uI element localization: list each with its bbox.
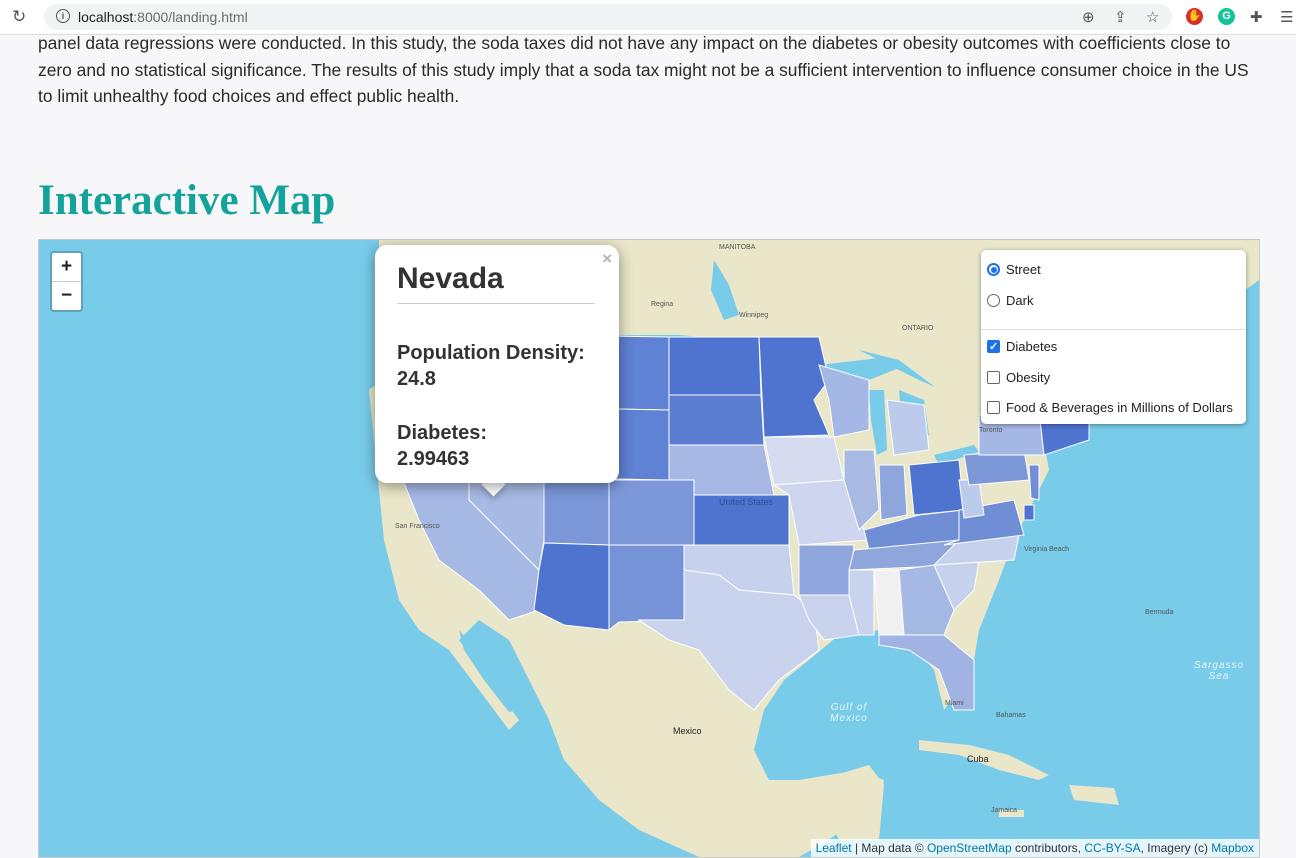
zoom-control: + − [50,251,83,312]
overlay-obesity[interactable]: Obesity [987,369,1050,387]
address-bar[interactable]: i localhost:8000/landing.html ⊕ ⇪ ☆ [44,4,1172,30]
radio-dark[interactable] [987,294,1000,307]
popup-metric-label: Diabetes: [397,422,488,444]
layer-separator [981,329,1246,330]
osm-link[interactable]: OpenStreetMap [927,841,1012,855]
state-indiana [878,464,908,521]
state-iowa [763,436,845,486]
leaflet-link[interactable]: Leaflet [816,841,852,855]
map-label-san-francisco: San Francisco [395,523,440,530]
layer-control: Street Dark Diabetes Obesity Food & Beve… [981,250,1246,424]
map-label-bahamas: Bahamas [996,712,1026,719]
state-west-virginia [958,479,985,519]
mapbox-link[interactable]: Mapbox [1211,841,1254,855]
radio-street[interactable] [987,263,1000,276]
popup-density-value: 24.8 [397,368,436,390]
map-label-mexico: Mexico [673,726,702,736]
url-text: localhost:8000/landing.html [78,9,248,25]
zoom-in-button[interactable]: + [52,253,81,281]
map-label-jamaica: Jamaica [991,807,1018,814]
base-layer-street[interactable]: Street [987,261,1041,279]
state-colorado [608,479,695,546]
state-ohio [908,459,965,516]
state-michigan [886,399,930,456]
overlay-food-beverages[interactable]: Food & Beverages in Millions of Dollars [987,399,1233,417]
bookmark-star-icon[interactable]: ☆ [1146,8,1159,26]
state-minnesota [758,336,830,438]
extension-adblock-icon[interactable]: ✋ [1186,8,1203,25]
share-icon[interactable]: ⇪ [1114,8,1127,26]
state-popup: × Nevada Population Density: 24.8 Diabet… [375,245,619,483]
popup-divider [397,303,595,304]
overlay-diabetes[interactable]: Diabetes [987,338,1057,356]
map-label-regina: Regina [651,301,674,308]
map-label-gulf: Gulf of Mexico [830,702,868,724]
checkbox-obesity[interactable] [987,371,1000,384]
license-link[interactable]: CC-BY-SA [1084,841,1140,855]
zoom-out-button[interactable]: − [52,281,81,310]
map-label-manitoba: MANITOBA [719,244,756,251]
map-label-toronto: Toronto [979,427,1003,434]
extension-grammarly-icon[interactable]: G [1218,8,1235,25]
map-label-bermuda: Bermuda [1145,609,1174,616]
state-new-jersey [1028,464,1040,501]
base-layer-dark[interactable]: Dark [987,292,1033,310]
site-info-icon[interactable]: i [56,9,70,23]
body-paragraph: panel data regressions were conducted. I… [38,33,1249,106]
map-attribution: Leaflet | Map data © OpenStreetMap contr… [810,839,1259,857]
popup-density-label: Population Density: [397,342,585,364]
extensions-puzzle-icon[interactable]: ✚ [1250,8,1263,26]
state-arkansas [798,544,855,596]
map-label-winnipeg: Winnipeg [739,312,769,319]
hispaniola-land [1069,785,1119,805]
state-north-dakota [668,336,762,396]
state-new-mexico [608,544,685,632]
state-south-dakota [668,394,765,446]
map-label-united-states: United States [719,497,774,507]
map-label-sargasso: Sargasso Sea [1193,660,1245,682]
leaflet-map[interactable]: MANITOBA ONTARIO Winnipeg Regina Toronto… [38,239,1260,858]
checkbox-food-beverages[interactable] [987,401,1000,414]
zoom-icon[interactable]: ⊕ [1082,8,1095,26]
map-label-cuba: Cuba [967,754,989,764]
reading-list-icon[interactable]: ☰ [1280,8,1293,26]
map-label-ontario: ONTARIO [902,325,934,332]
popup-metric-value: 2.99463 [397,448,470,470]
checkbox-diabetes[interactable] [987,338,1000,356]
state-delaware-maryland [1023,504,1035,521]
map-label-virginia-beach: Virginia Beach [1024,546,1070,553]
reload-icon[interactable]: ↻ [12,7,26,27]
popup-state-name: Nevada [397,262,504,295]
section-heading: Interactive Map [38,177,336,224]
map-label-miami: Miami [945,700,964,707]
popup-close-button[interactable]: × [602,249,612,269]
